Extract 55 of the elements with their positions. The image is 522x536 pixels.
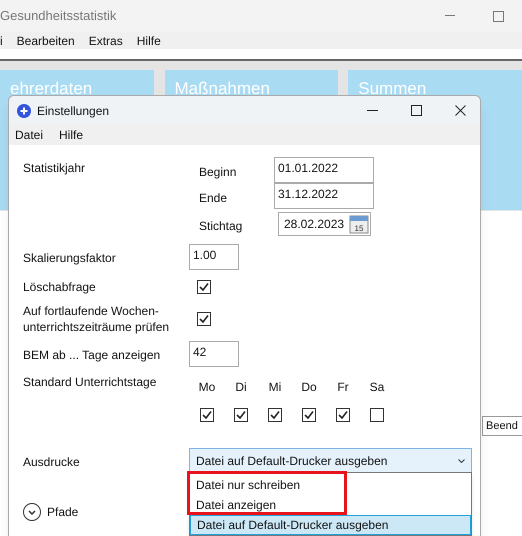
menu-item[interactable]: Bearbeiten	[16, 32, 75, 50]
day-label: Do	[301, 379, 317, 396]
expander-button[interactable]	[23, 503, 41, 521]
field-label: Stichtag	[199, 218, 244, 235]
day-label: Sa	[370, 379, 384, 396]
day-checkbox[interactable]	[200, 408, 214, 422]
menu-item[interactable]: Hilfe	[59, 126, 84, 144]
tile-title: ehrerdaten	[10, 79, 92, 98]
field-label: Ausdrucke	[23, 454, 81, 470]
chevron-down-icon	[458, 458, 465, 462]
calendar-icon[interactable]: 15	[349, 214, 370, 234]
field-label: Standard Unterrichtstage	[23, 374, 158, 391]
day-checkbox[interactable]	[234, 408, 248, 422]
day-checkbox[interactable]	[302, 408, 316, 422]
day-label: Fr	[337, 379, 349, 396]
text-field[interactable]: 01.01.2022	[274, 157, 374, 183]
field-label: Beginn	[199, 164, 238, 181]
date-field[interactable]: 28.02.2023 15	[278, 212, 371, 236]
maximize-icon[interactable]	[411, 105, 422, 116]
text-field[interactable]: 31.12.2022	[274, 183, 374, 209]
menu-item[interactable]: Extras	[88, 32, 123, 50]
field-label: Auf fortlaufende Wochen-	[23, 303, 160, 319]
menu-item[interactable]: Hilfe	[136, 32, 161, 50]
field-label: Statistikjahr	[23, 160, 86, 177]
dropdown[interactable]: Datei auf Default-Drucker ausgeben	[189, 448, 472, 473]
plus-icon	[17, 104, 31, 118]
app-title: Gesundheitsstatistik	[0, 7, 116, 26]
field-label: unterrichtszeiträume prüfen	[23, 319, 170, 335]
menu-item[interactable]: Datei	[15, 126, 44, 144]
close-icon[interactable]	[455, 105, 466, 116]
expander-label: Pfade	[47, 504, 78, 521]
day-label: Di	[235, 379, 247, 396]
dropdown-option[interactable]: Datei nur schreiben	[190, 475, 471, 495]
minimize-icon[interactable]	[367, 110, 378, 112]
chevron-icon	[28, 510, 36, 514]
tile-title: Maßnahmen	[174, 79, 270, 98]
dropdown-option[interactable]: Datei auf Default-Drucker ausgeben	[190, 515, 471, 535]
dropdown-option[interactable]: Datei anzeigen	[190, 495, 471, 515]
checkbox[interactable]	[197, 312, 211, 326]
day-checkbox[interactable]	[370, 408, 384, 422]
dialog-title: Einstellungen	[37, 102, 110, 120]
field-label: Skalierungsfaktor	[23, 250, 117, 267]
text-field[interactable]: 1.00	[189, 244, 239, 270]
field-label: Ende	[199, 190, 228, 207]
app-button[interactable]: Beend	[482, 416, 522, 436]
field-label: Löschabfrage	[23, 279, 97, 296]
tile-title: Summen	[358, 79, 426, 98]
day-checkbox[interactable]	[336, 408, 350, 422]
menu-item[interactable]: i	[0, 32, 3, 50]
day-label: Mo	[198, 379, 216, 396]
checkbox[interactable]	[197, 280, 211, 294]
day-checkbox[interactable]	[268, 408, 282, 422]
day-label: Mi	[268, 379, 282, 396]
text-field[interactable]: 42	[189, 341, 239, 367]
field-label: BEM ab ... Tage anzeigen	[23, 347, 162, 364]
